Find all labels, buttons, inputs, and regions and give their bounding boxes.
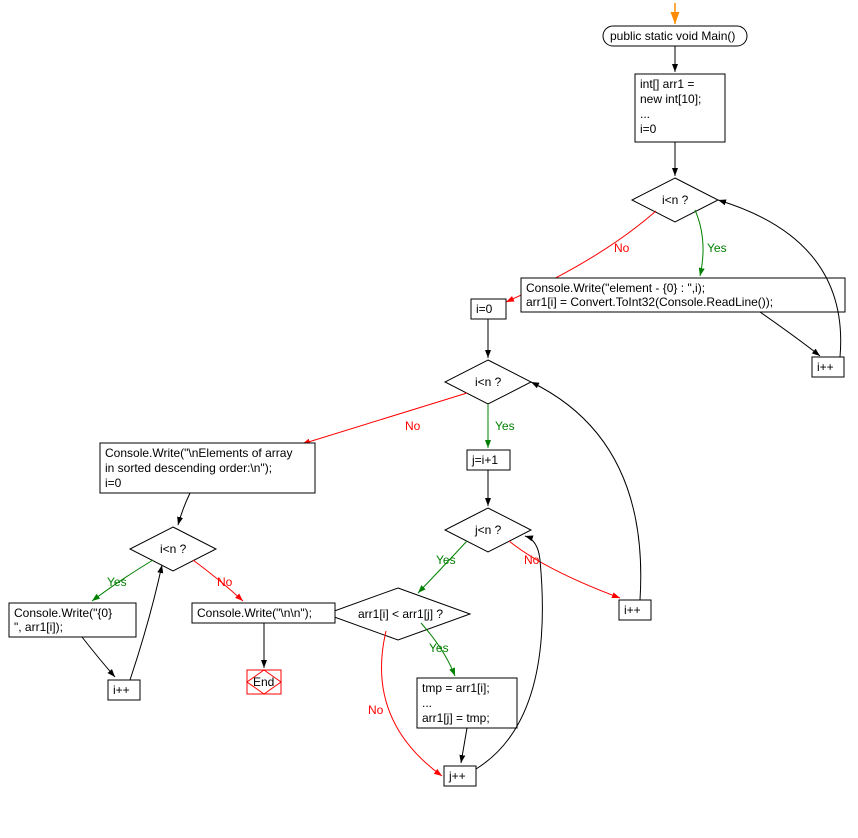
printel-line2: ", arr1[i]); xyxy=(14,620,63,634)
edge-cond3-yes xyxy=(418,541,467,593)
cond4-label: arr1[i] < arr1[j] ? xyxy=(358,607,443,621)
cond1-no-label: No xyxy=(614,241,630,255)
init-line3: ... xyxy=(640,107,650,121)
cond5-label: i<n ? xyxy=(160,542,187,556)
start-label: public static void Main() xyxy=(610,29,735,43)
reset1-label: i=0 xyxy=(476,302,493,316)
printel-line1: Console.Write("{0} xyxy=(14,606,112,620)
read-line2: arr1[i] = Convert.ToInt32(Console.ReadLi… xyxy=(526,295,773,309)
edge-read-inc1 xyxy=(760,312,820,356)
inc2-label: i++ xyxy=(624,603,641,617)
swap-line3: arr1[j] = tmp; xyxy=(422,711,490,725)
cond5-yes-label: Yes xyxy=(107,575,127,589)
init-line2: new int[10]; xyxy=(640,92,701,106)
cond3-yes-label: Yes xyxy=(436,553,456,567)
cond2-yes-label: Yes xyxy=(495,419,515,433)
edge-printel-inc3 xyxy=(82,637,115,677)
edge-jinc-cond3 xyxy=(476,536,542,769)
flowchart: public static void Main() int[] arr1 = n… xyxy=(0,0,858,838)
cond3-label: j<n ? xyxy=(474,523,502,537)
edge-printhdr-cond5 xyxy=(178,493,190,525)
edge-swap-jinc xyxy=(461,728,467,763)
swap-line2: ... xyxy=(422,696,432,710)
init-line1: int[] arr1 = xyxy=(640,77,694,91)
edge-inc2-cond2 xyxy=(531,382,641,600)
cond2-label: i<n ? xyxy=(475,375,502,389)
cond1-yes-label: Yes xyxy=(707,241,727,255)
read-line1: Console.Write("element - {0} : ",i); xyxy=(526,281,705,295)
init-line4: i=0 xyxy=(640,122,657,136)
edge-cond3-no xyxy=(509,541,620,598)
printhdr-line1: Console.Write("\nElements of array xyxy=(105,446,292,460)
edge-cond2-no xyxy=(302,393,467,444)
printhdr-line2: in sorted descending order:\n"); xyxy=(105,461,272,475)
cond1-label: i<n ? xyxy=(662,193,689,207)
cond5-no-label: No xyxy=(217,575,233,589)
cond2-no-label: No xyxy=(405,419,421,433)
cond4-yes-label: Yes xyxy=(429,641,449,655)
cond4-no-label: No xyxy=(368,703,384,717)
inc3-label: i++ xyxy=(113,683,130,697)
printhdr-line3: i=0 xyxy=(105,476,122,490)
end-node: End xyxy=(247,670,281,694)
end-label: End xyxy=(253,675,274,689)
jinit-label: j=i+1 xyxy=(471,453,498,467)
jinc-label: j++ xyxy=(448,769,466,783)
edge-cond1-yes xyxy=(695,210,703,276)
cond3-no-label: No xyxy=(524,553,540,567)
inc1-label: i++ xyxy=(817,360,834,374)
swap-line1: tmp = arr1[i]; xyxy=(422,681,490,695)
printnl-label: Console.Write("\n\n"); xyxy=(197,606,312,620)
